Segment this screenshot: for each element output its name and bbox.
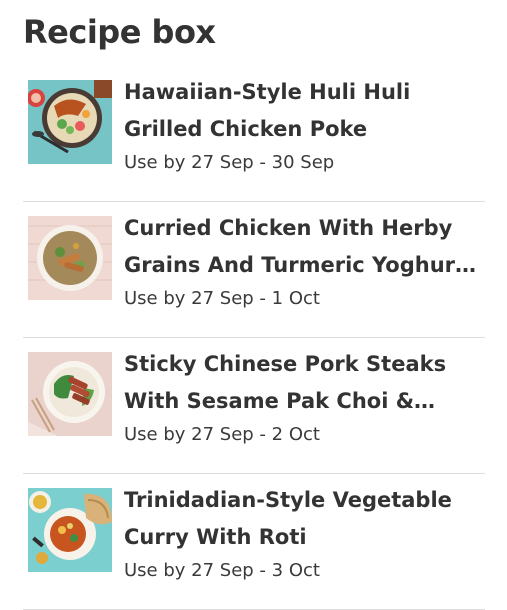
recipe-name: Trinidadian-Style Vegetable Curry With R… [124,488,452,549]
recipe-image [28,216,112,300]
recipe-item[interactable]: Curried Chicken With Herby Grains And Tu… [0,202,507,338]
recipe-item[interactable]: Sticky Chinese Pork Steaks With Sesame P… [0,338,507,474]
recipe-item[interactable]: Hawaiian-Style Huli Huli Grilled Chicken… [0,66,507,202]
recipe-use-by: Use by 27 Sep - 30 Sep [124,152,335,173]
recipe-name: Hawaiian-Style Huli Huli Grilled Chicken… [124,80,411,141]
recipe-image [28,80,112,164]
recipe-image [28,488,112,572]
recipe-item[interactable]: Trinidadian-Style Vegetable Curry With R… [0,474,507,610]
recipe-use-by: Use by 27 Sep - 3 Oct [124,560,320,581]
recipe-use-by: Use by 27 Sep - 2 Oct [124,424,320,445]
page-title: Recipe box [23,13,216,51]
recipe-list: Hawaiian-Style Huli Huli Grilled Chicken… [0,66,507,610]
recipe-use-by: Use by 27 Sep - 1 Oct [124,288,320,309]
recipe-name: Curried Chicken With Herby Grains And Tu… [124,216,466,277]
recipe-name: Sticky Chinese Pork Steaks With Sesame P… [124,352,447,413]
recipe-image [28,352,112,436]
